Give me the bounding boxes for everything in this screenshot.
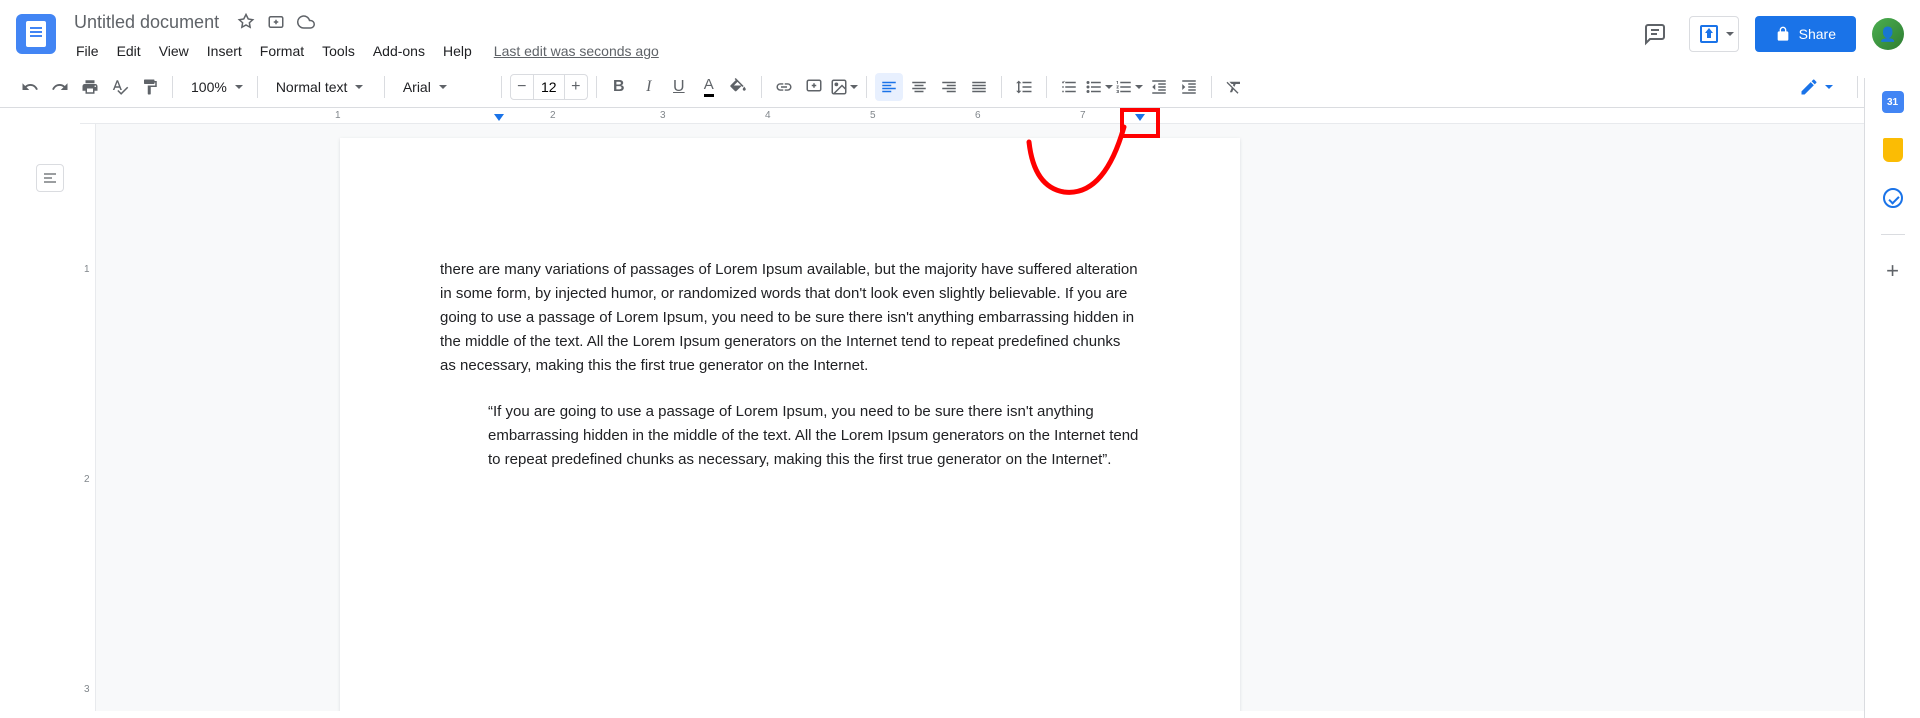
side-separator: [1881, 234, 1905, 235]
redo-button[interactable]: [46, 73, 74, 101]
horizontal-ruler[interactable]: 1 2 3 4 5 6 7: [80, 108, 1920, 124]
last-edit-link[interactable]: Last edit was seconds ago: [494, 43, 659, 59]
menu-view[interactable]: View: [151, 39, 197, 63]
comment-history-button[interactable]: [1637, 16, 1673, 52]
menu-edit[interactable]: Edit: [109, 39, 149, 63]
ruler-mark: 7: [1080, 110, 1086, 121]
side-panel: 31 +: [1864, 78, 1920, 718]
bold-button[interactable]: B: [605, 73, 633, 101]
menu-insert[interactable]: Insert: [199, 39, 250, 63]
ruler-mark: 3: [660, 110, 666, 121]
vruler-mark: 1: [84, 264, 90, 275]
spellcheck-button[interactable]: [106, 73, 134, 101]
numbered-list-button[interactable]: [1115, 73, 1143, 101]
font-size-decrease[interactable]: −: [511, 75, 533, 99]
calendar-icon[interactable]: 31: [1881, 90, 1905, 114]
align-justify-button[interactable]: [965, 73, 993, 101]
paint-format-button[interactable]: [136, 73, 164, 101]
style-dropdown[interactable]: Normal text: [266, 73, 376, 101]
document-page[interactable]: there are many variations of passages of…: [340, 138, 1240, 711]
user-avatar[interactable]: 👤: [1872, 18, 1904, 50]
style-value: Normal text: [276, 79, 348, 95]
cloud-status-icon[interactable]: [297, 13, 315, 31]
vruler-mark: 3: [84, 684, 90, 695]
link-button[interactable]: [770, 73, 798, 101]
paragraph-2[interactable]: “If you are going to use a passage of Lo…: [488, 400, 1140, 472]
share-label: Share: [1799, 26, 1836, 42]
keep-icon[interactable]: [1881, 138, 1905, 162]
print-button[interactable]: [76, 73, 104, 101]
present-button[interactable]: [1689, 16, 1739, 52]
ruler-mark: 5: [870, 110, 876, 121]
undo-button[interactable]: [16, 73, 44, 101]
checklist-button[interactable]: [1055, 73, 1083, 101]
add-addon-icon[interactable]: +: [1881, 259, 1905, 283]
menu-format[interactable]: Format: [252, 39, 312, 63]
bulleted-list-button[interactable]: [1085, 73, 1113, 101]
zoom-dropdown[interactable]: 100%: [181, 73, 249, 101]
menu-tools[interactable]: Tools: [314, 39, 363, 63]
annotation-arrow: [1024, 122, 1134, 202]
font-size-increase[interactable]: +: [565, 75, 587, 99]
align-center-button[interactable]: [905, 73, 933, 101]
zoom-value: 100%: [191, 79, 227, 95]
menu-file[interactable]: File: [68, 39, 107, 63]
decrease-indent-button[interactable]: [1145, 73, 1173, 101]
ruler-mark: 4: [765, 110, 771, 121]
clear-formatting-button[interactable]: [1220, 73, 1248, 101]
increase-indent-button[interactable]: [1175, 73, 1203, 101]
align-right-button[interactable]: [935, 73, 963, 101]
share-button[interactable]: Share: [1755, 16, 1856, 52]
line-spacing-button[interactable]: [1010, 73, 1038, 101]
editing-mode-button[interactable]: [1789, 73, 1843, 101]
vruler-mark: 2: [84, 474, 90, 485]
menu-addons[interactable]: Add-ons: [365, 39, 433, 63]
font-size-input[interactable]: 12: [533, 75, 565, 99]
annotation-highlight-box: [1120, 108, 1160, 138]
vertical-ruler[interactable]: 1 2 3: [80, 124, 96, 711]
ruler-mark: 2: [550, 110, 556, 121]
document-title[interactable]: Untitled document: [68, 10, 225, 35]
document-outline-button[interactable]: [36, 164, 64, 192]
ruler-mark: 6: [975, 110, 981, 121]
highlight-button[interactable]: [725, 73, 753, 101]
ruler-mark: 1: [335, 110, 341, 121]
paragraph-1[interactable]: there are many variations of passages of…: [440, 258, 1140, 378]
font-dropdown[interactable]: Arial: [393, 73, 493, 101]
align-left-button[interactable]: [875, 73, 903, 101]
tasks-icon[interactable]: [1881, 186, 1905, 210]
star-icon[interactable]: [237, 13, 255, 31]
italic-button[interactable]: I: [635, 73, 663, 101]
move-icon[interactable]: [267, 13, 285, 31]
font-size-control: − 12 +: [510, 74, 588, 100]
comment-button[interactable]: [800, 73, 828, 101]
image-button[interactable]: [830, 73, 858, 101]
left-indent-marker[interactable]: [494, 114, 504, 121]
font-value: Arial: [403, 79, 431, 95]
menu-help[interactable]: Help: [435, 39, 480, 63]
docs-logo[interactable]: [16, 14, 56, 54]
text-color-button[interactable]: A: [695, 73, 723, 101]
underline-button[interactable]: U: [665, 73, 693, 101]
